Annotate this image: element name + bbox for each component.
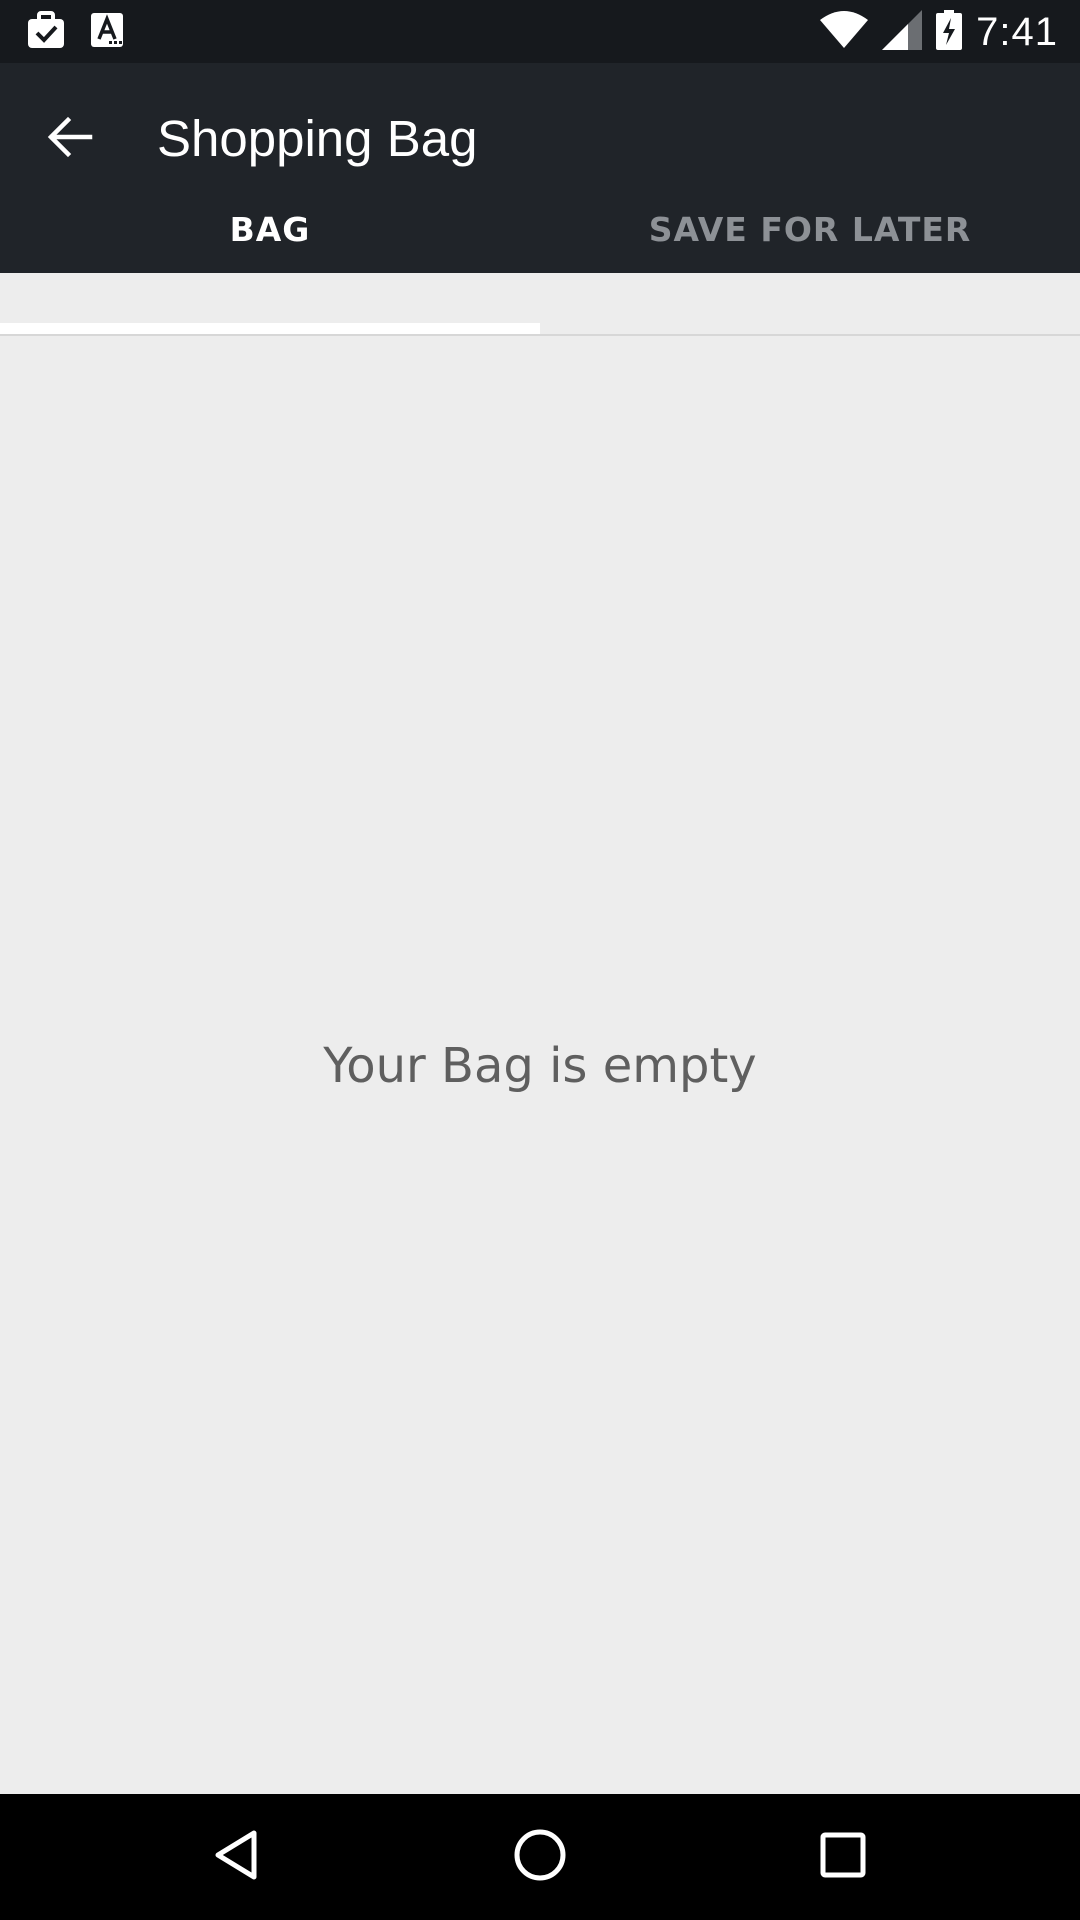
home-circle-icon: [512, 1827, 568, 1888]
status-left-icons: [26, 10, 124, 55]
briefcase-check-icon: [26, 10, 66, 55]
arrow-back-icon: [46, 113, 94, 166]
empty-bag-message: Your Bag is empty: [323, 1038, 757, 1094]
tab-save-for-later[interactable]: SAVE FOR LATER: [540, 198, 1080, 261]
back-button[interactable]: [22, 91, 118, 187]
status-bar: 7:41: [0, 0, 1080, 63]
navigation-bar: [0, 1794, 1080, 1920]
battery-charging-icon: [936, 9, 963, 55]
nav-back-button[interactable]: [194, 1815, 278, 1899]
tab-bag-label: BAG: [229, 210, 311, 249]
status-time: 7:41: [976, 9, 1058, 54]
back-triangle-icon: [212, 1827, 260, 1888]
nav-home-button[interactable]: [498, 1815, 582, 1899]
tab-save-for-later-label: SAVE FOR LATER: [648, 210, 972, 249]
app-bar: Shopping Bag BAG SAVE FOR LATER: [0, 63, 1080, 273]
tab-bag[interactable]: BAG: [0, 198, 540, 261]
page-title: Shopping Bag: [157, 110, 478, 167]
nav-recents-button[interactable]: [801, 1815, 885, 1899]
bag-content: Your Bag is empty: [0, 336, 1080, 1794]
tab-bar: BAG SAVE FOR LATER: [0, 210, 1080, 273]
cell-signal-icon: [882, 9, 923, 55]
recents-square-icon: [819, 1831, 867, 1884]
toolbar: Shopping Bag: [0, 63, 1080, 210]
text-a-icon: [90, 12, 124, 53]
tab-indicator: [0, 323, 540, 334]
status-right-icons: 7:41: [820, 8, 1058, 56]
wifi-icon: [820, 10, 869, 55]
screen: 7:41 Shopping Bag BAG SAVE FOR LATER You…: [0, 0, 1080, 1920]
